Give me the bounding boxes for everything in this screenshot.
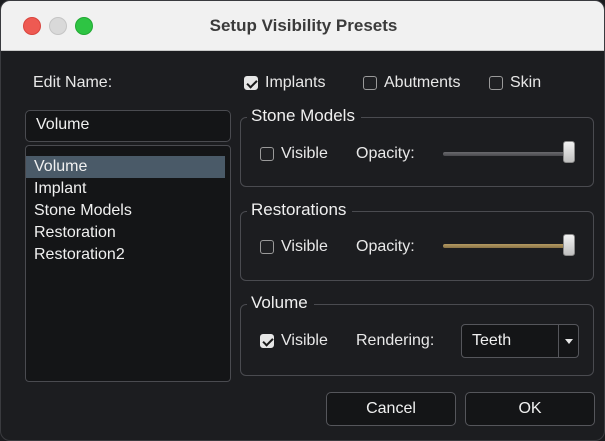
edit-name-label: Edit Name: bbox=[33, 74, 113, 91]
checkbox-unchecked-icon bbox=[260, 147, 274, 161]
restorations-visible-label: Visible bbox=[281, 238, 328, 255]
ok-button[interactable]: OK bbox=[465, 392, 595, 426]
restorations-group-title: Restorations bbox=[247, 200, 353, 220]
stone-models-visible-label: Visible bbox=[281, 145, 328, 162]
stone-models-opacity-slider-handle[interactable] bbox=[563, 141, 575, 163]
cancel-button[interactable]: Cancel bbox=[326, 392, 456, 426]
abutments-checkbox-label: Abutments bbox=[384, 74, 461, 91]
stone-models-visible-checkbox[interactable]: Visible bbox=[260, 145, 328, 163]
checkbox-unchecked-icon bbox=[363, 76, 377, 90]
restorations-visible-checkbox[interactable]: Visible bbox=[260, 238, 328, 256]
restorations-opacity-slider[interactable] bbox=[443, 244, 573, 248]
preset-list-item-restoration2[interactable]: Restoration2 bbox=[26, 244, 230, 266]
stone-models-group-title: Stone Models bbox=[247, 106, 361, 126]
volume-group-title: Volume bbox=[247, 293, 314, 313]
window-title: Setup Visibility Presets bbox=[209, 16, 398, 35]
preset-list-item-restoration[interactable]: Restoration bbox=[26, 222, 230, 244]
volume-visible-label: Visible bbox=[281, 332, 328, 349]
volume-rendering-label: Rendering: bbox=[356, 332, 435, 349]
stone-models-opacity-slider[interactable] bbox=[443, 152, 573, 156]
implants-checkbox[interactable]: Implants bbox=[244, 74, 325, 92]
preset-list-item-stone-models[interactable]: Stone Models bbox=[26, 200, 230, 222]
restorations-opacity-slider-handle[interactable] bbox=[563, 234, 575, 256]
edit-name-field[interactable]: Volume bbox=[25, 110, 231, 142]
skin-checkbox-label: Skin bbox=[510, 74, 542, 91]
checkbox-checked-icon bbox=[244, 76, 258, 90]
stone-models-opacity-label: Opacity: bbox=[356, 145, 415, 162]
checkbox-unchecked-icon bbox=[489, 76, 503, 90]
setup-visibility-presets-dialog: Setup Visibility Presets Edit Name: Volu… bbox=[0, 0, 605, 441]
abutments-checkbox[interactable]: Abutments bbox=[363, 74, 460, 92]
checkbox-checked-icon bbox=[260, 334, 274, 348]
skin-checkbox[interactable]: Skin bbox=[489, 74, 541, 92]
implants-checkbox-label: Implants bbox=[265, 74, 326, 91]
checkbox-unchecked-icon bbox=[260, 240, 274, 254]
title-bar: Setup Visibility Presets bbox=[1, 1, 604, 51]
chevron-down-icon[interactable] bbox=[558, 325, 578, 357]
preset-list[interactable]: Volume Implant Stone Models Restoration … bbox=[25, 145, 231, 382]
preset-list-item-implant[interactable]: Implant bbox=[26, 178, 230, 200]
restorations-opacity-label: Opacity: bbox=[356, 238, 415, 255]
preset-list-item-volume[interactable]: Volume bbox=[26, 156, 225, 178]
volume-visible-checkbox[interactable]: Visible bbox=[260, 332, 328, 350]
rendering-select[interactable]: Teeth bbox=[461, 324, 579, 358]
edit-name-value: Volume bbox=[36, 116, 90, 133]
rendering-select-value: Teeth bbox=[472, 332, 512, 349]
